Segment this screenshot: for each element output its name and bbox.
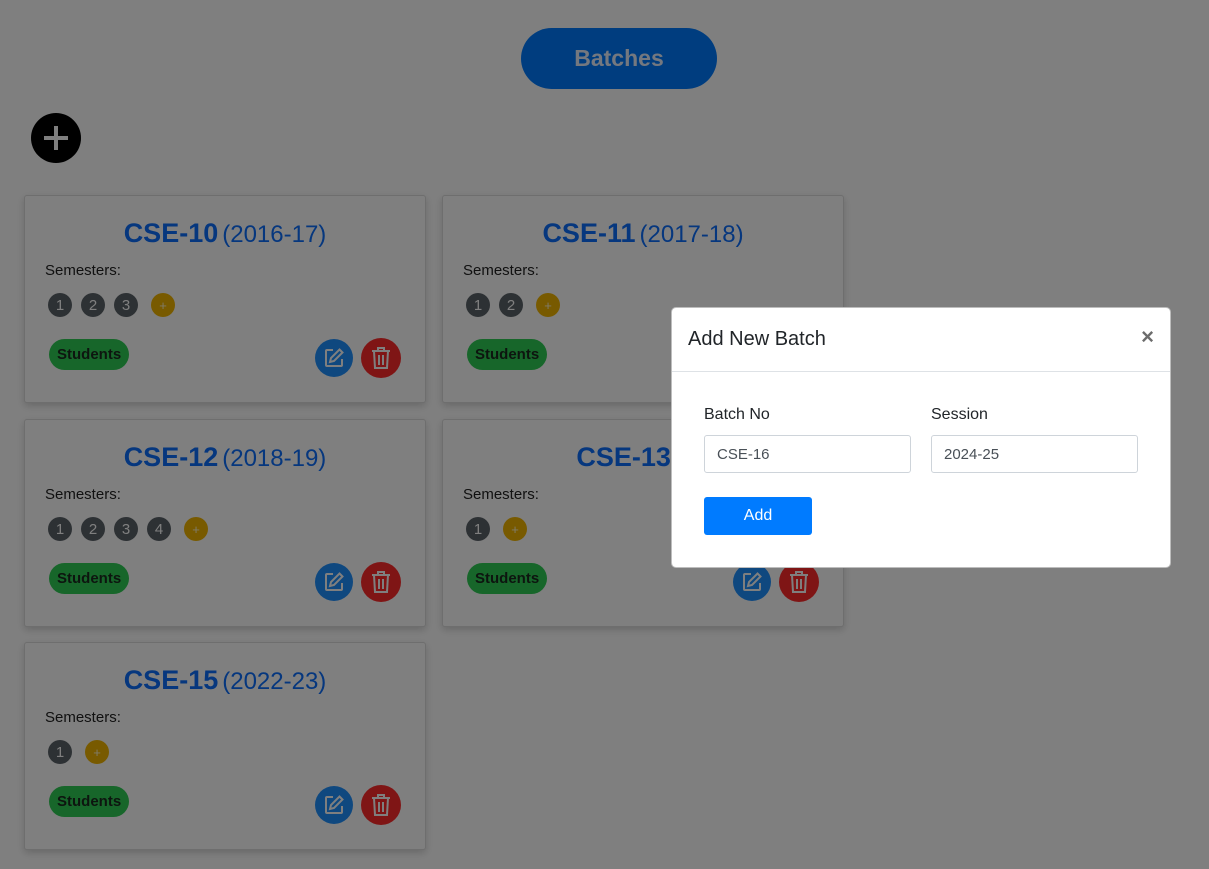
batch-no-label: Batch No [704, 406, 770, 423]
batches-page: Batches CSE-10(2016-17) Semesters: 123 +… [0, 0, 1209, 869]
batch-no-input[interactable] [704, 435, 911, 473]
session-label: Session [931, 406, 988, 423]
modal-header: Add New Batch × [672, 308, 1170, 372]
session-input[interactable] [931, 435, 1138, 473]
close-icon[interactable]: × [1141, 326, 1154, 348]
add-button[interactable]: Add [704, 497, 812, 535]
add-batch-modal: Add New Batch × Batch No Session Add [671, 307, 1171, 568]
modal-title: Add New Batch [688, 328, 826, 350]
